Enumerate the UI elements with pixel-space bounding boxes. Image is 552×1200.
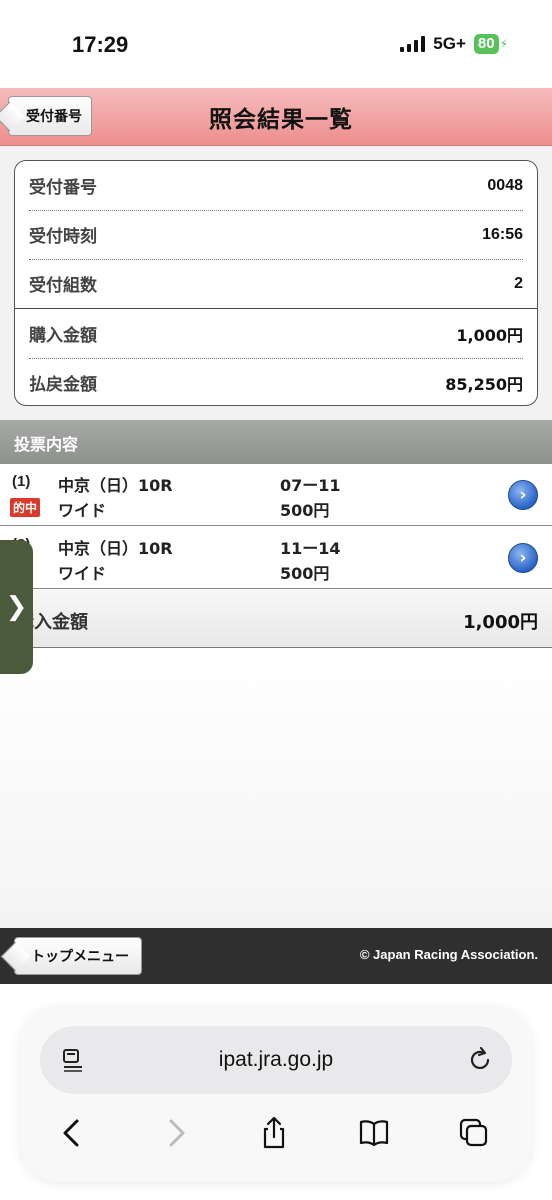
summary-row-purchase-amount: 購入金額 1,000円 [29,309,523,358]
total-row: 購入金額 1,000円 [0,590,552,648]
summary-value: 0048 [487,176,523,194]
bet-race: 中京（日）10R [58,476,173,495]
summary-row-set-count: 受付組数 2 [29,259,523,308]
bet-type: ワイド [58,564,107,583]
bet-number: (1) [12,473,31,490]
summary-row-payout-amount: 払戻金額 85,250円 [29,358,523,405]
bet-row[interactable]: (1) 的中 中京（日）10R ワイド 07ー11 500円 › [0,464,552,526]
total-amount: 1,000円 [463,612,538,633]
bet-race: 中京（日）10R [58,539,173,558]
reload-icon[interactable] [468,1046,492,1072]
summary-value: 85,250円 [445,374,523,394]
summary-label: 受付時刻 [29,227,97,247]
summary-row-receipt-time: 受付時刻 16:56 [29,210,523,259]
tabs-icon[interactable] [458,1116,490,1150]
address-bar[interactable]: ipat.jra.go.jp [40,1026,512,1094]
browser-card: ipat.jra.go.jp [20,1006,532,1182]
top-menu-button[interactable]: トップメニュー [14,937,142,975]
battery-level: 80 [473,34,499,54]
summary-label: 払戻金額 [29,375,97,395]
url-text: ipat.jra.go.jp [218,1048,334,1071]
page-header: 受付番号 照会結果一覧 [0,88,552,146]
status-bar: 17:29 5G+ 80 ⚡ [0,0,552,88]
browser-toolbar: ipat.jra.go.jp [0,984,552,1200]
summary-area: 受付番号 0048 受付時刻 16:56 受付組数 2 購入金額 1,000円 … [0,146,552,420]
bet-combination: 07ー11 [280,476,341,495]
side-drawer-tab[interactable]: ❯ [0,540,33,674]
bet-type: ワイド [58,501,107,520]
forward-arrow-icon[interactable] [160,1116,192,1150]
charging-icon: ⚡ [499,37,508,51]
hit-badge: 的中 [10,498,41,517]
content-blank-area [0,648,552,928]
page-title: 照会結果一覧 [209,107,353,133]
bet-row[interactable]: (2) 中京（日）10R ワイド 11ー14 500円 › [0,527,552,589]
network-type: 5G+ [433,34,466,53]
bet-amount: 500円 [280,564,330,583]
copyright-text: © Japan Racing Association. [359,947,538,962]
chevron-right-icon[interactable]: › [508,543,538,573]
status-time: 17:29 [72,32,129,57]
summary-value: 1,000円 [456,325,523,345]
back-arrow-icon[interactable] [56,1116,88,1150]
summary-box: 受付番号 0048 受付時刻 16:56 受付組数 2 購入金額 1,000円 … [14,160,538,406]
summary-row-receipt-number: 受付番号 0048 [29,161,523,210]
chevron-right-icon[interactable]: › [508,480,538,510]
summary-value: 2 [514,274,523,292]
section-header: 投票内容 [0,420,552,464]
summary-label: 受付組数 [29,276,97,296]
summary-label: 購入金額 [29,326,97,346]
bet-amount: 500円 [280,501,330,520]
summary-label: 受付番号 [29,178,97,198]
status-indicators: 5G+ 80 ⚡ [400,34,508,54]
signal-icon [400,36,426,52]
bet-combination: 11ー14 [280,539,341,558]
chevron-right-icon: ❯ [5,592,28,622]
total-value: 1,000円 [463,608,538,634]
share-icon[interactable] [258,1116,290,1150]
battery-icon: 80 ⚡ [473,34,508,54]
bookmarks-icon[interactable] [358,1116,390,1150]
page-footer: トップメニュー © Japan Racing Association. [0,928,552,984]
summary-value: 16:56 [482,225,523,243]
